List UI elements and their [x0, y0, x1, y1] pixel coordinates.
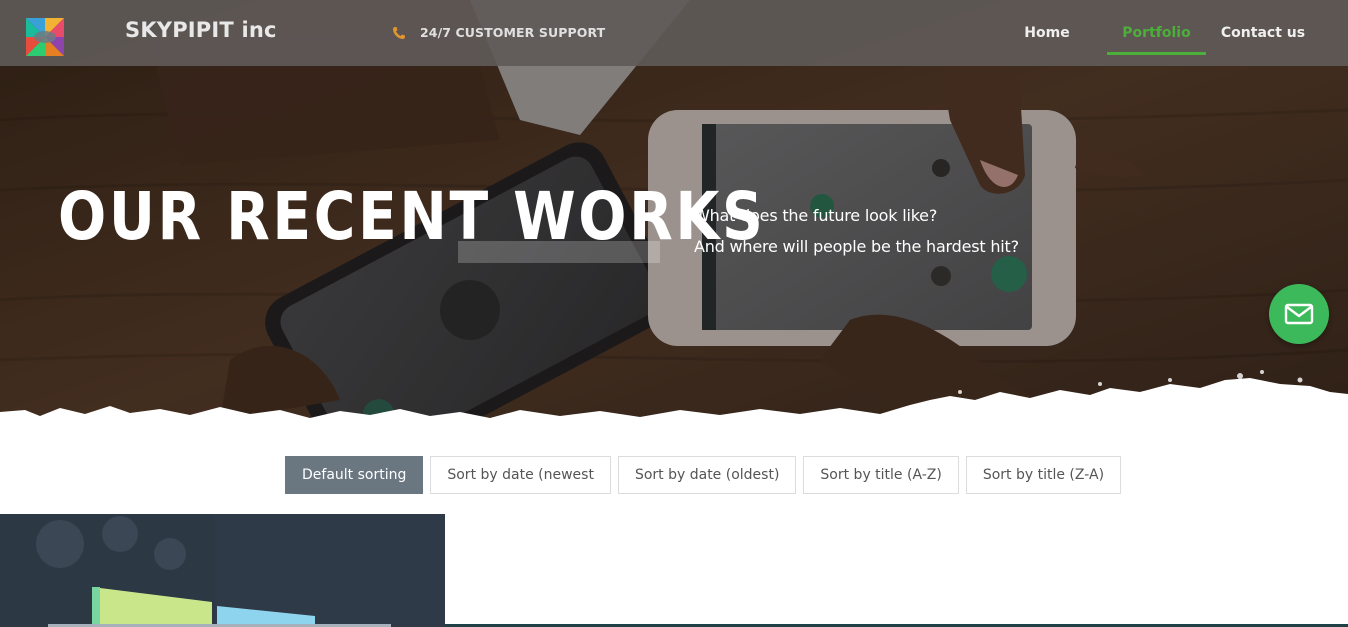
sort-bar: Default sorting Sort by date (newest Sor… [285, 456, 1122, 494]
hero-subtitle-line-2: And where will people be the hardest hit… [694, 237, 1019, 256]
hero-subtitle-line-1: What does the future look like? [694, 206, 938, 225]
customer-support: 24/7 CUSTOMER SUPPORT [392, 25, 605, 40]
mail-button[interactable] [1269, 284, 1329, 344]
logo[interactable] [26, 18, 64, 56]
mail-icon [1284, 303, 1314, 325]
sort-title-za-button[interactable]: Sort by title (Z-A) [965, 456, 1122, 494]
hero-subtitle: What does the future look like? And wher… [694, 200, 1019, 262]
sort-title-az-button[interactable]: Sort by title (A-Z) [803, 456, 959, 494]
hero-section: OUR RECENT WORKS What does the future lo… [0, 0, 1348, 445]
page: OUR RECENT WORKS What does the future lo… [0, 0, 1348, 627]
nav-portfolio[interactable]: Portfolio [1107, 0, 1206, 66]
phone-icon [393, 26, 405, 39]
support-label: 24/7 CUSTOMER SUPPORT [420, 25, 606, 40]
main-nav: Home Portfolio Contact us [987, 0, 1348, 66]
hero-title: OUR RECENT WORKS [58, 178, 766, 255]
brand-name: SKYPIPIT inc [125, 18, 277, 42]
nav-contact-us[interactable]: Contact us [1206, 0, 1320, 66]
navbar: SKYPIPIT inc 24/7 CUSTOMER SUPPORT Home … [0, 0, 1348, 66]
sort-date-oldest-button[interactable]: Sort by date (oldest) [617, 456, 797, 494]
logo-icon [26, 18, 64, 56]
sort-default-button[interactable]: Default sorting [285, 456, 424, 494]
portfolio-item-thumbnail[interactable] [0, 514, 445, 627]
portfolio-item-image [0, 514, 445, 627]
nav-home[interactable]: Home [987, 0, 1107, 66]
sort-date-newest-button[interactable]: Sort by date (newest [430, 456, 611, 494]
